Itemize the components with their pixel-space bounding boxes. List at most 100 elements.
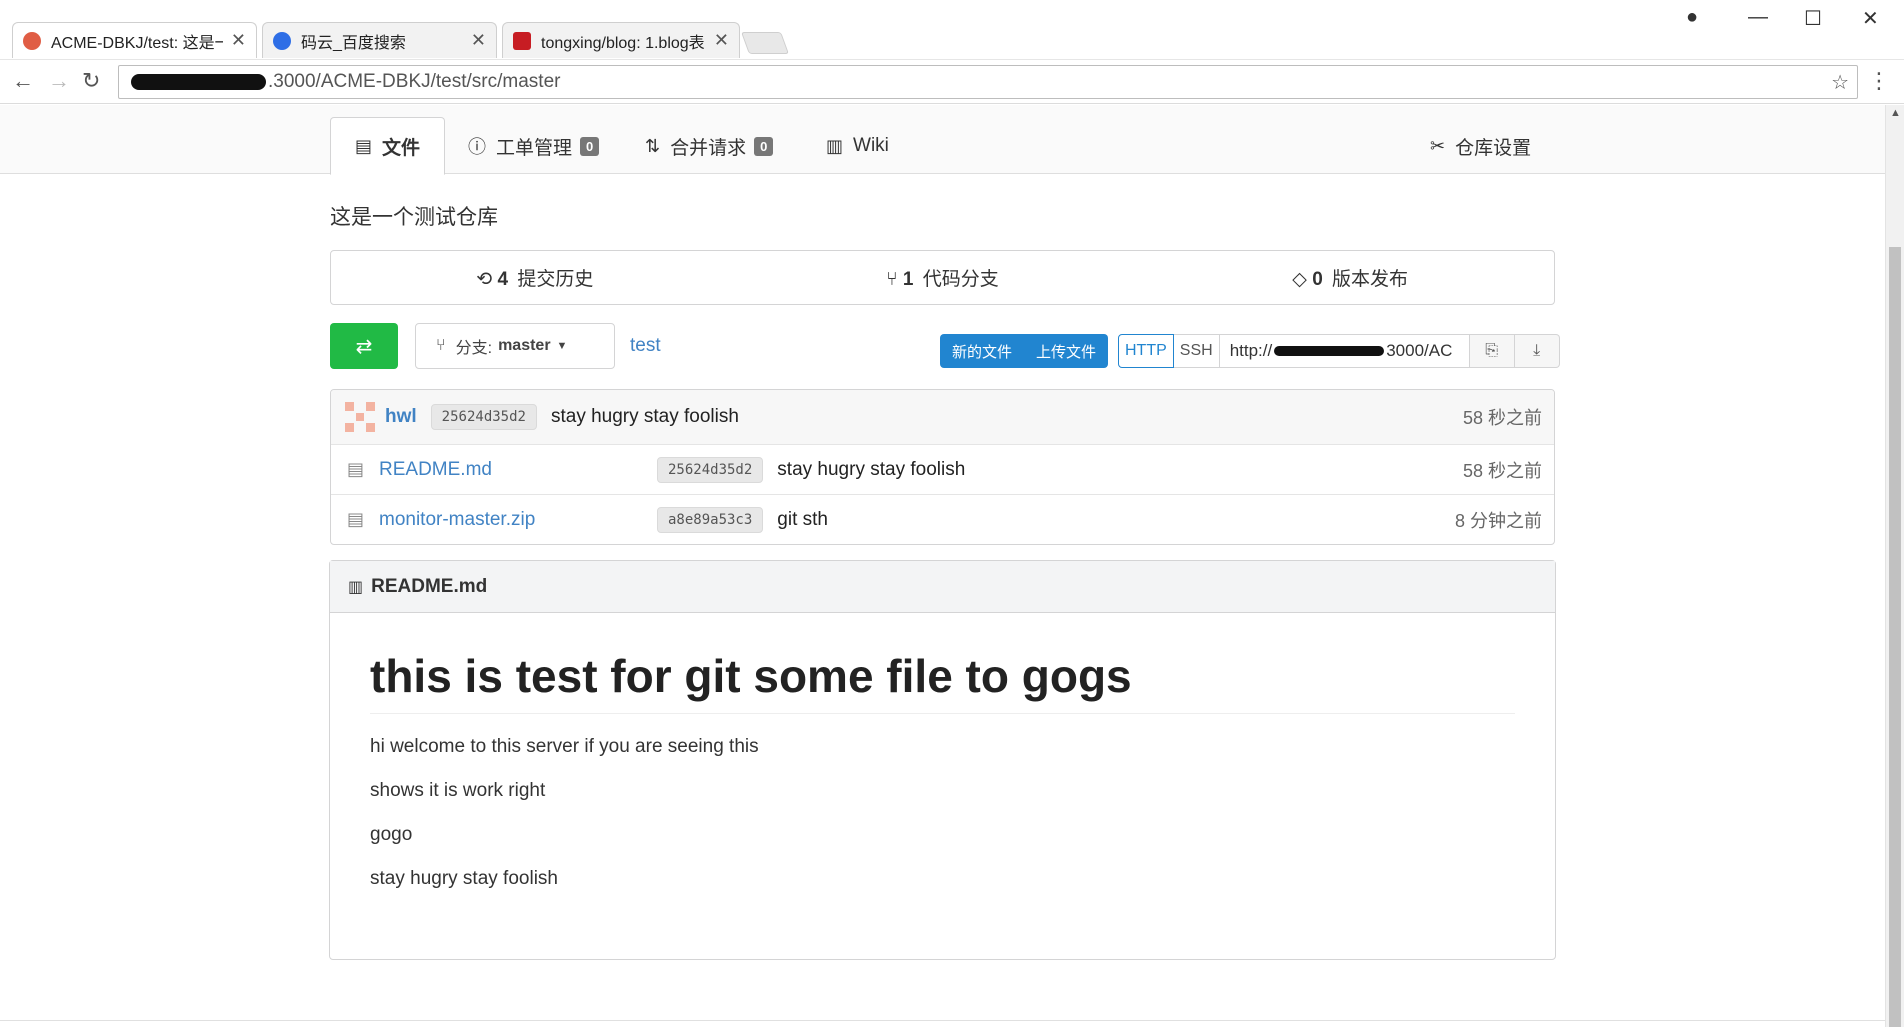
compare-button[interactable]: ⇄ xyxy=(330,323,398,369)
releases-count: 0 xyxy=(1312,269,1323,290)
readme-paragraph: stay hugry stay foolish xyxy=(370,868,558,889)
commit-age: 58 秒之前 xyxy=(1462,408,1542,428)
table-row: ▤ monitor-master.zip a8e89a53c3 git sth … xyxy=(331,494,1554,544)
tab-settings-label: 仓库设置 xyxy=(1455,137,1532,159)
file-link[interactable]: README.md xyxy=(379,459,657,481)
http-clone-button[interactable]: HTTP xyxy=(1118,334,1174,368)
tab-title: ACME-DBKJ/test: 这是一 xyxy=(51,34,223,52)
tab-wiki[interactable]: ▥ Wiki xyxy=(826,117,889,175)
avatar xyxy=(345,402,375,432)
gogs-favicon-icon xyxy=(23,31,41,50)
branches-label: 代码分支 xyxy=(922,269,999,290)
file-commit-age: 8 分钟之前 xyxy=(1454,510,1542,531)
redacted-host xyxy=(131,74,266,90)
copy-url-button[interactable]: ⎘ xyxy=(1469,334,1515,368)
address-bar[interactable]: .3000/ACME-DBKJ/test/src/master ☆ xyxy=(118,65,1858,99)
readme-paragraph: gogo xyxy=(370,824,413,845)
releases-stat[interactable]: ◇ 0 版本发布 xyxy=(1146,264,1554,291)
branch-dropdown[interactable]: ⑂ 分支: master ▼ xyxy=(415,323,615,369)
action-bar: ⇄ ⑂ 分支: master ▼ test 新的文件 上传文件 HTTP SSH… xyxy=(330,323,1560,369)
redacted-clone-host xyxy=(1274,346,1385,356)
minimize-icon[interactable]: — xyxy=(1748,6,1768,29)
page-scrollbar[interactable]: ▲ xyxy=(1885,105,1904,1027)
browser-menu-icon[interactable]: ⋮ xyxy=(1868,68,1890,94)
file-link[interactable]: monitor-master.zip xyxy=(379,509,657,531)
file-table: hwl 25624d35d2 stay hugry stay foolish 5… xyxy=(330,389,1555,545)
book-icon: ▥ xyxy=(348,578,364,596)
tab-close-icon[interactable]: ✕ xyxy=(471,30,486,51)
tab-issues[interactable]: ⓘ 工单管理 0 xyxy=(468,117,600,175)
profile-icon[interactable]: ● xyxy=(1686,6,1698,29)
repo-nav: ▤ 文件 ⓘ 工单管理 0 ⇅ 合并请求 0 ▥ Wiki ✂ 仓库设置 xyxy=(0,105,1885,175)
browser-tab-3[interactable]: tongxing/blog: 1.blog表 ✕ xyxy=(502,22,740,58)
branches-stat[interactable]: ⑂ 1 代码分支 xyxy=(739,264,1147,291)
readme-paragraph: hi welcome to this server if you are see… xyxy=(370,736,759,757)
new-tab-button[interactable] xyxy=(740,32,790,54)
file-actions: 新的文件 上传文件 xyxy=(940,334,1109,368)
baidu-favicon-icon xyxy=(273,31,291,50)
clone-url-start: http:// xyxy=(1229,341,1273,360)
tab-close-icon[interactable]: ✕ xyxy=(714,30,729,51)
bookmark-star-icon[interactable]: ☆ xyxy=(1831,70,1849,95)
tab-settings[interactable]: ✂ 仓库设置 xyxy=(1430,117,1531,175)
compare-icon: ⇄ xyxy=(355,335,373,358)
commit-sha[interactable]: 25624d35d2 xyxy=(430,404,537,430)
chevron-down-icon: ▼ xyxy=(556,340,568,352)
git-pull-request-icon: ⇅ xyxy=(645,135,661,156)
file-commit-sha[interactable]: a8e89a53c3 xyxy=(657,506,764,533)
clipboard-icon: ⎘ xyxy=(1485,342,1499,359)
page-content: ▤ 文件 ⓘ 工单管理 0 ⇅ 合并请求 0 ▥ Wiki ✂ 仓库设置 这是一… xyxy=(0,105,1885,1027)
commits-count: 4 xyxy=(497,269,509,290)
reload-icon[interactable]: ↻ xyxy=(82,68,100,94)
file-commit-age: 58 秒之前 xyxy=(1462,460,1542,481)
tab-title: 码云_百度搜索 xyxy=(301,34,406,52)
readme-title: README.md xyxy=(371,575,488,597)
readme-heading: this is test for git some file to gogs xyxy=(370,649,1515,714)
repo-description: 这是一个测试仓库 xyxy=(330,206,498,229)
tab-title: tongxing/blog: 1.blog表 xyxy=(541,34,705,52)
back-icon[interactable]: ← xyxy=(12,68,34,94)
readme-header: ▥ README.md xyxy=(330,561,1555,613)
download-button[interactable]: ⤓ xyxy=(1514,334,1560,368)
pulls-count-badge: 0 xyxy=(754,136,774,156)
tools-icon: ✂ xyxy=(1430,135,1446,156)
file-commit-message[interactable]: git sth xyxy=(777,509,828,531)
table-row: ▤ README.md 25624d35d2 stay hugry stay f… xyxy=(331,444,1554,494)
book-icon: ▥ xyxy=(826,135,844,156)
address-text: .3000/ACME-DBKJ/test/src/master xyxy=(268,71,561,92)
tab-wiki-label: Wiki xyxy=(853,135,889,156)
history-icon: ⟲ xyxy=(476,269,493,290)
maximize-icon[interactable]: ☐ xyxy=(1804,6,1822,31)
clone-url-input[interactable]: http:// 3000/AC xyxy=(1219,334,1470,368)
close-window-icon[interactable]: ✕ xyxy=(1862,6,1879,31)
commit-author[interactable]: hwl xyxy=(385,406,417,428)
ssh-clone-button[interactable]: SSH xyxy=(1173,334,1220,368)
file-text-icon: ▤ xyxy=(347,459,365,479)
commits-stat[interactable]: ⟲ 4 提交历史 xyxy=(331,264,739,291)
tab-files[interactable]: ▤ 文件 xyxy=(330,117,446,175)
new-file-button[interactable]: 新的文件 xyxy=(940,334,1025,368)
releases-label: 版本发布 xyxy=(1332,269,1409,290)
file-commit-message[interactable]: stay hugry stay foolish xyxy=(777,459,965,481)
commit-message: stay hugry stay foolish xyxy=(550,406,739,427)
commits-label: 提交历史 xyxy=(517,269,594,290)
scrollbar-thumb[interactable] xyxy=(1889,247,1901,1027)
tab-pull-requests[interactable]: ⇅ 合并请求 0 xyxy=(645,117,774,175)
upload-file-button[interactable]: 上传文件 xyxy=(1024,334,1109,368)
readme-body: this is test for git some file to gogs h… xyxy=(330,613,1555,926)
tab-issues-label: 工单管理 xyxy=(496,137,573,159)
git-branch-icon: ⑂ xyxy=(436,337,446,354)
browser-tab-2[interactable]: 码云_百度搜索 ✕ xyxy=(262,22,497,58)
browser-tab-1[interactable]: ACME-DBKJ/test: 这是一 ✕ xyxy=(12,22,257,58)
tab-close-icon[interactable]: ✕ xyxy=(231,30,246,51)
forward-icon[interactable]: → xyxy=(48,68,70,94)
scroll-up-icon[interactable]: ▲ xyxy=(1890,107,1901,119)
file-text-icon: ▤ xyxy=(355,135,373,156)
file-commit-sha[interactable]: 25624d35d2 xyxy=(657,456,764,483)
issue-opened-icon: ⓘ xyxy=(468,137,486,157)
repo-stats: ⟲ 4 提交历史 ⑂ 1 代码分支 ◇ 0 版本发布 xyxy=(330,250,1555,305)
browser-titlebar: ACME-DBKJ/test: 这是一 ✕ 码云_百度搜索 ✕ tongxing… xyxy=(0,0,1904,60)
clone-panel: HTTP SSH http:// 3000/AC ⎘ ⤓ xyxy=(1118,334,1560,368)
repo-root-link[interactable]: test xyxy=(630,335,661,357)
tag-icon: ◇ xyxy=(1292,269,1307,290)
